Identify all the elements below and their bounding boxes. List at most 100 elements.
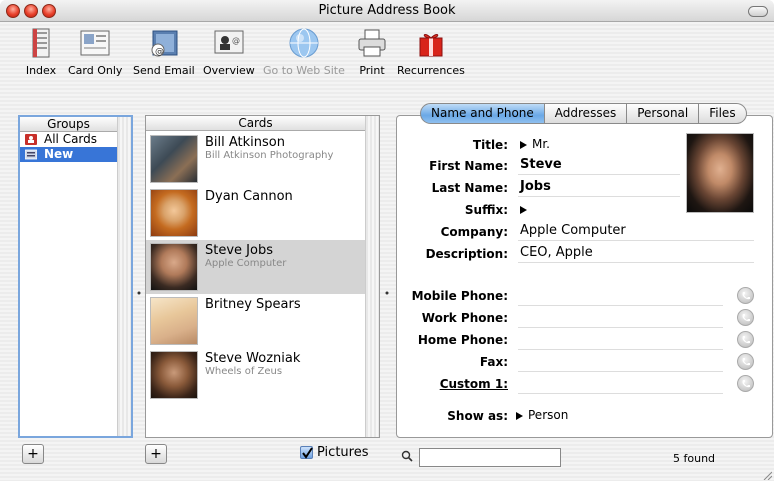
custom-1-label[interactable]: Custom 1:	[440, 377, 508, 391]
suffix-popup[interactable]	[520, 202, 532, 217]
add-group-button[interactable]: +	[22, 444, 44, 464]
dial-phone-button[interactable]	[737, 287, 754, 304]
card-name: Steve Jobs	[205, 243, 273, 258]
groups-header[interactable]: Groups	[20, 117, 117, 132]
search-input[interactable]	[419, 448, 561, 467]
splitter-handle-icon[interactable]	[137, 288, 143, 295]
first-name-field[interactable]: Steve	[520, 157, 562, 172]
card-name: Britney Spears	[205, 297, 301, 312]
app-window: Picture Address Book Index Card Only @ S…	[0, 0, 774, 481]
cards-header[interactable]: Cards	[146, 116, 365, 131]
recurrences-button[interactable]: Recurrences	[397, 26, 465, 77]
go-to-web-site-label: Go to Web Site	[263, 64, 345, 77]
fax-field[interactable]	[518, 371, 723, 372]
work-phone-label: Work Phone:	[421, 311, 508, 325]
contact-photo	[150, 351, 198, 399]
cards-list[interactable]: Cards Bill Atkinson Bill Atkinson Photog…	[145, 115, 380, 438]
custom-1-field[interactable]	[518, 393, 723, 394]
window-title: Picture Address Book	[318, 3, 456, 18]
index-button[interactable]: Index	[24, 26, 58, 77]
toolbar-toggle-button[interactable]	[748, 6, 768, 17]
disclosure-triangle-icon	[520, 140, 527, 149]
description-label: Description:	[425, 247, 508, 261]
index-icon	[24, 26, 58, 60]
dial-phone-button[interactable]	[737, 353, 754, 370]
tab-personal[interactable]: Personal	[627, 103, 700, 124]
resize-grip-icon[interactable]	[762, 469, 773, 481]
overview-label: Overview	[203, 64, 255, 77]
suffix-label: Suffix:	[464, 203, 508, 217]
group-item-label: All Cards	[44, 132, 98, 146]
first-name-label: First Name:	[429, 159, 508, 173]
contact-photo	[150, 243, 198, 291]
tab-files[interactable]: Files	[699, 103, 747, 124]
field-underline	[518, 174, 680, 175]
last-name-label: Last Name:	[431, 181, 508, 195]
pictures-label: Pictures	[317, 445, 369, 460]
card-row-steve-wozniak[interactable]: Steve Wozniak Wheels of Zeus	[146, 348, 366, 402]
card-subtitle: Wheels of Zeus	[205, 366, 283, 377]
toolbar: Index Card Only @ Send Email @ Overview …	[0, 22, 774, 90]
go-to-web-site-button[interactable]: Go to Web Site	[263, 26, 345, 77]
send-email-button[interactable]: @ Send Email	[133, 26, 195, 77]
title-popup[interactable]: Mr.	[520, 137, 550, 151]
tab-name-and-phone[interactable]: Name and Phone	[420, 103, 545, 124]
svg-text:@: @	[232, 36, 240, 45]
contact-photo	[150, 189, 198, 237]
phone-icon	[742, 380, 750, 388]
detail-tabs: Name and Phone Addresses Personal Files	[420, 103, 747, 124]
fax-label: Fax:	[479, 355, 508, 369]
group-item-all-cards[interactable]: All Cards	[20, 132, 131, 147]
tab-addresses[interactable]: Addresses	[544, 103, 628, 124]
dial-phone-button[interactable]	[737, 375, 754, 392]
groups-list[interactable]: Groups All Cards New Group	[18, 115, 133, 438]
card-icon	[78, 26, 112, 60]
card-row-britney-spears[interactable]: Britney Spears	[146, 294, 366, 348]
show-as-label: Show as:	[447, 409, 508, 423]
search-icon	[401, 450, 413, 465]
gift-icon	[414, 26, 448, 60]
found-count: 5 found	[673, 452, 716, 465]
contact-main-photo[interactable]	[686, 133, 754, 213]
title-value: Mr.	[532, 137, 550, 151]
phone-icon	[742, 292, 750, 300]
contact-photo	[150, 297, 198, 345]
print-button[interactable]: Print	[355, 26, 389, 77]
pictures-checkbox[interactable]	[300, 446, 313, 459]
card-subtitle: Bill Atkinson Photography	[205, 150, 334, 161]
home-phone-label: Home Phone:	[417, 333, 508, 347]
overview-button[interactable]: @ Overview	[203, 26, 255, 77]
company-field[interactable]: Apple Computer	[520, 223, 626, 238]
printer-icon	[355, 26, 389, 60]
card-only-button[interactable]: Card Only	[68, 26, 122, 77]
overview-icon: @	[212, 26, 246, 60]
address-book-icon	[25, 134, 37, 145]
mobile-phone-field[interactable]	[518, 305, 723, 306]
card-row-dyan-cannon[interactable]: Dyan Cannon	[146, 186, 366, 240]
add-card-button[interactable]: +	[145, 444, 167, 464]
mobile-phone-label: Mobile Phone:	[411, 289, 508, 303]
group-item-new-group[interactable]: New Group	[20, 147, 117, 176]
home-phone-field[interactable]	[518, 349, 723, 350]
group-icon	[24, 149, 38, 160]
show-as-value: Person	[528, 408, 569, 422]
contact-photo	[150, 135, 198, 183]
recurrences-label: Recurrences	[397, 64, 465, 77]
dial-phone-button[interactable]	[737, 331, 754, 348]
card-row-steve-jobs[interactable]: Steve Jobs Apple Computer	[146, 240, 366, 294]
card-name: Steve Wozniak	[205, 351, 301, 366]
last-name-field[interactable]: Jobs	[520, 179, 551, 194]
description-field[interactable]: CEO, Apple	[520, 245, 593, 260]
cards-scrollbar[interactable]	[365, 116, 379, 437]
show-as-popup[interactable]: Person	[516, 408, 568, 422]
globe-icon	[287, 26, 321, 60]
card-name: Bill Atkinson	[205, 135, 285, 150]
groups-scrollbar[interactable]	[117, 117, 131, 436]
work-phone-field[interactable]	[518, 327, 723, 328]
splitter-handle-icon[interactable]	[385, 288, 391, 295]
checkmark-icon	[302, 447, 313, 459]
title-bar: Picture Address Book	[0, 0, 774, 22]
send-email-icon: @	[147, 26, 181, 60]
card-row-bill-atkinson[interactable]: Bill Atkinson Bill Atkinson Photography	[146, 132, 366, 186]
dial-phone-button[interactable]	[737, 309, 754, 326]
